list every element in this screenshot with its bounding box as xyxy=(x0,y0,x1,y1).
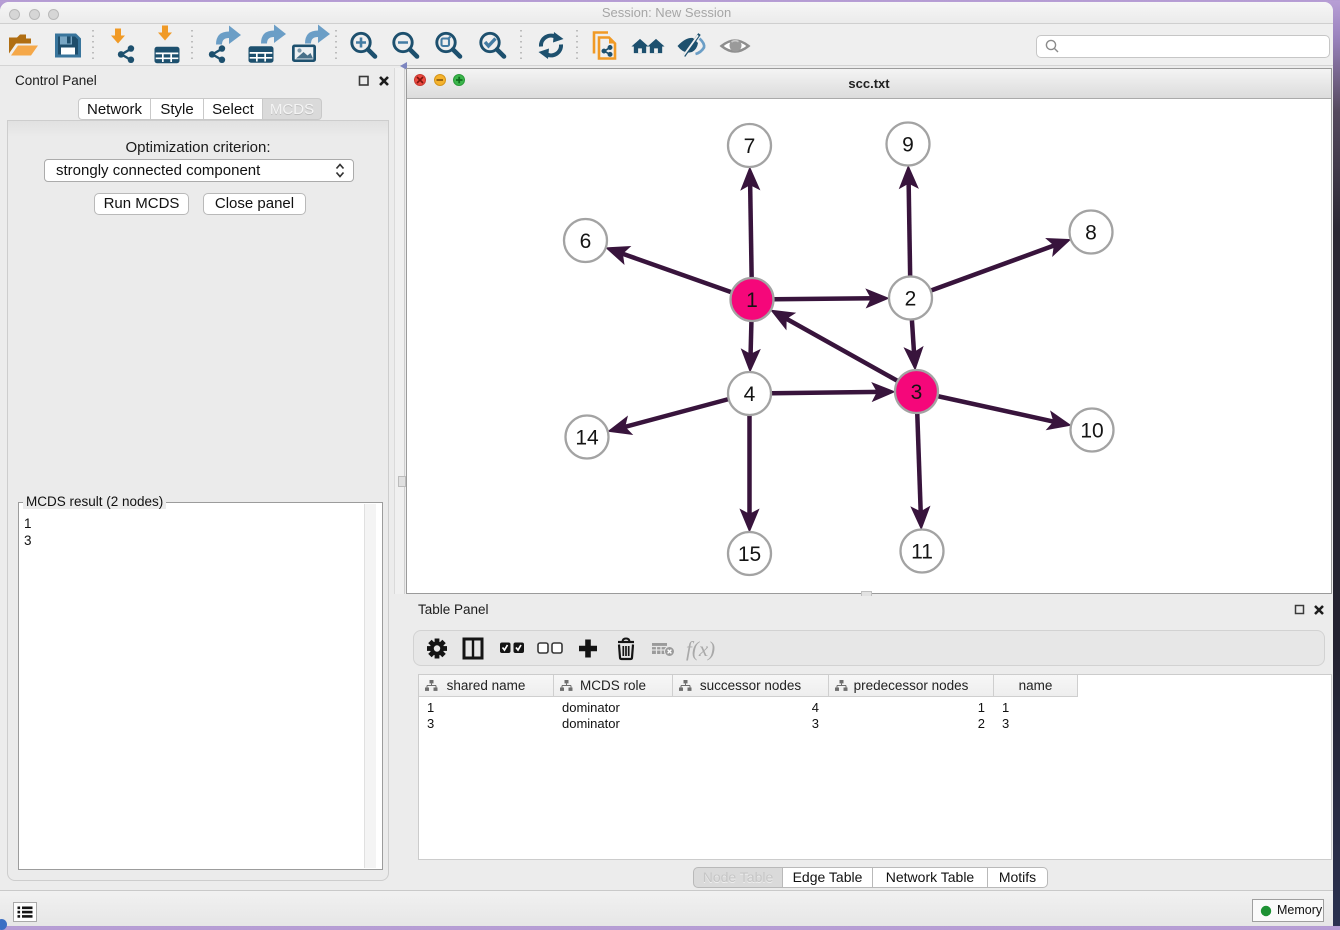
svg-text:15: 15 xyxy=(738,543,761,566)
svg-text:2: 2 xyxy=(905,288,917,311)
svg-text:10: 10 xyxy=(1080,420,1103,443)
svg-text:6: 6 xyxy=(580,230,592,253)
svg-text:11: 11 xyxy=(911,541,933,564)
svg-text:8: 8 xyxy=(1085,222,1097,245)
svg-text:14: 14 xyxy=(575,427,599,450)
svg-text:9: 9 xyxy=(902,134,914,157)
svg-text:4: 4 xyxy=(744,383,756,406)
svg-text:f(x): f(x) xyxy=(686,637,715,661)
svg-text:1: 1 xyxy=(746,289,758,312)
svg-text:3: 3 xyxy=(911,381,923,404)
svg-text:7: 7 xyxy=(744,135,756,158)
